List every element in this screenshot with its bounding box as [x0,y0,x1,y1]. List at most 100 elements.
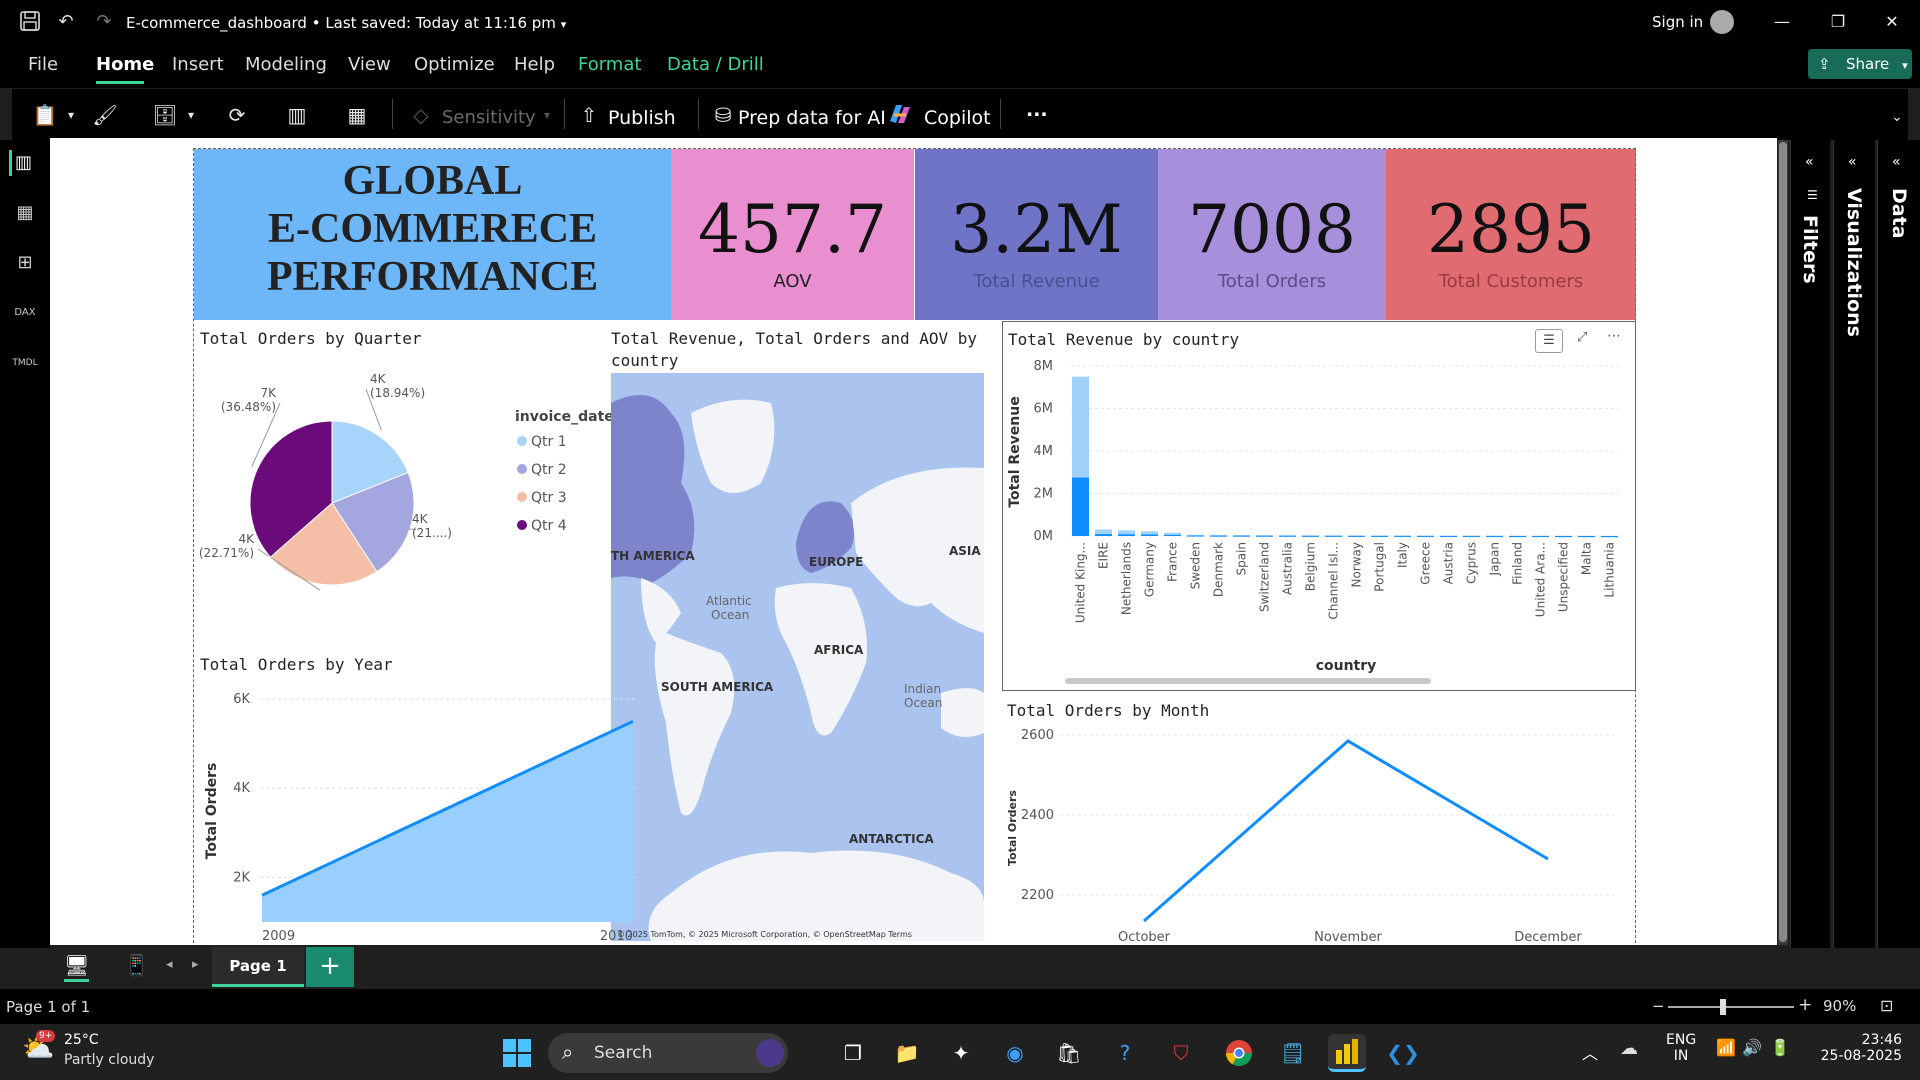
calculator-icon[interactable]: ▦ [342,101,372,129]
kpi-card-total-revenue[interactable]: 3.2M Total Revenue [915,149,1158,320]
menu-optimize[interactable]: Optimize [414,54,495,75]
desktop-layout-icon[interactable]: 🖥 [64,953,90,982]
pie-chart-visual[interactable]: Total Orders by Quarter 4K (18.94%) 4K (21.… [200,321,640,641]
more-options-icon[interactable]: ... [1026,99,1048,121]
weather-desc[interactable]: Partly cloudy [64,1052,154,1068]
help-icon[interactable]: ? [1106,1034,1144,1072]
add-page-button[interactable]: + [306,947,354,987]
report-title-card[interactable]: GLOBAL E-COMMERECE PERFORMANCE [194,149,671,320]
menu-help[interactable]: Help [514,54,555,75]
chrome-icon[interactable] [1220,1034,1258,1072]
vscode-icon[interactable]: ❮❯ [1384,1034,1422,1072]
chevron-down-icon[interactable]: ▾ [176,101,206,129]
fit-to-page-icon[interactable]: ⊡ [1880,996,1893,1015]
copilot-taskbar-icon[interactable]: ✦ [942,1034,980,1072]
share-button[interactable]: ⇪ Share ▾ [1808,49,1912,79]
redo-icon[interactable]: ↷ [92,10,116,34]
kpi-card-aov[interactable]: 457.7 AOV [671,149,914,320]
copilot-icon[interactable] [884,101,914,129]
zoom-slider-thumb[interactable] [1720,999,1726,1015]
line-chart-visual[interactable]: Total Orders by Month 2200 2400 2600 Octobe… [1002,693,1636,948]
table-view-icon[interactable]: ▦ [12,200,38,226]
next-page-icon[interactable]: ▸ [192,957,199,972]
bar-chart-visual[interactable]: Total Revenue by country ☰ ⤢ ⋯ 0M 2M 4M 6M 8… [1002,321,1636,691]
collapse-ribbon-icon[interactable]: ⌄ [1882,103,1912,131]
zoom-in-icon[interactable]: + [1798,995,1812,1015]
new-visual-icon[interactable]: ▥ [282,101,312,129]
volume-icon[interactable]: 🔊 [1742,1038,1762,1057]
chevron-up-icon[interactable]: ︿ [1582,1040,1598,1064]
battery-icon[interactable]: 🔋 [1770,1038,1790,1057]
collapse-visualizations-icon[interactable]: « [1848,154,1857,170]
page-tab-page-1[interactable]: Page 1 [212,947,304,987]
zoom-level[interactable]: 90% [1823,997,1856,1015]
zoom-out-icon[interactable]: − [1652,997,1665,1015]
model-view-icon[interactable]: ⊞ [12,250,38,276]
mcafee-icon[interactable]: ⛉ [1162,1034,1200,1072]
filters-pane-label[interactable]: Filters [1799,215,1821,284]
sign-in-link[interactable]: Sign in [1652,13,1703,31]
vertical-scrollbar[interactable] [1778,140,1788,945]
zoom-slider[interactable] [1668,1006,1794,1008]
tmdl-view-icon[interactable]: TMDL [12,350,38,376]
store-icon[interactable]: 🛍 [1050,1034,1088,1072]
file-explorer-icon[interactable]: 📁 [888,1034,926,1072]
copilot-button[interactable]: Copilot [924,107,991,129]
focus-mode-icon[interactable]: ⤢ [1577,330,1587,345]
chevron-down-icon[interactable]: ▾ [56,101,86,129]
refresh-icon[interactable]: ⟳ [222,101,252,129]
undo-icon[interactable]: ↶ [54,10,78,34]
weather-temp[interactable]: 25°C [64,1032,99,1048]
menu-view[interactable]: View [348,54,391,75]
collapse-data-icon[interactable]: « [1892,154,1901,170]
clock-time: 23:46 [1861,1032,1902,1048]
window-title[interactable]: E-commerce_dashboard • Last saved: Today… [126,14,566,32]
search-highlight-icon [756,1039,784,1067]
area-fill [262,721,633,922]
report-view-icon[interactable]: ▥ [9,150,35,176]
publish-icon[interactable]: ⇧ [574,101,604,129]
menu-home[interactable]: Home [96,54,154,75]
menu-format[interactable]: Format [578,54,641,75]
minimize-icon[interactable]: — [1762,8,1802,36]
close-icon[interactable]: ✕ [1872,8,1912,36]
filter-icon[interactable]: ☰ [1535,329,1563,353]
onedrive-icon[interactable]: ☁ [1620,1038,1638,1059]
menu-insert[interactable]: Insert [172,54,224,75]
windows-start-icon[interactable] [498,1034,536,1072]
data-pane[interactable]: « Data [1877,140,1920,948]
menu-data-drill[interactable]: Data / Drill [667,54,764,75]
dax-query-icon[interactable]: DAX [12,300,38,326]
visualizations-pane[interactable]: « Visualizations [1833,140,1875,948]
prep-data-button[interactable]: Prep data for AI [738,107,886,129]
task-view-icon[interactable]: ❐ [834,1034,872,1072]
publish-button[interactable]: Publish [608,107,676,129]
taskbar-search-box[interactable]: ⌕ Search [548,1033,788,1073]
map-visual[interactable]: Total Revenue, Total Orders and AOV by c… [610,321,1000,941]
menu-modeling[interactable]: Modeling [245,54,327,75]
previous-page-icon[interactable]: ◂ [166,957,173,972]
collapse-filters-icon[interactable]: « [1805,154,1814,170]
map-label-antarctica: ANTARCTICA [849,832,934,846]
kpi-card-total-orders[interactable]: 7008 Total Orders [1158,149,1386,320]
edge-icon[interactable]: ◉ [996,1034,1034,1072]
more-options-icon[interactable]: ⋯ [1607,328,1621,344]
mobile-layout-icon[interactable]: 📱 [124,953,149,977]
format-painter-icon[interactable]: 🖌 [90,101,120,129]
notepad-icon[interactable]: 🗒 [1274,1034,1312,1072]
restore-icon[interactable]: ❐ [1818,8,1858,36]
scrollbar-thumb[interactable] [1779,142,1787,942]
menu-file[interactable]: File [28,54,58,75]
data-pane-label[interactable]: Data [1888,188,1910,239]
prep-data-icon[interactable]: ⛁ [708,101,738,129]
clock[interactable]: 23:46 25-08-2025 [1818,1032,1902,1064]
avatar[interactable] [1710,10,1734,34]
wifi-icon[interactable]: 📶 [1716,1038,1736,1057]
visualizations-pane-label[interactable]: Visualizations [1843,188,1865,337]
kpi-card-total-customers[interactable]: 2895 Total Customers [1386,149,1636,320]
area-chart-visual[interactable]: Total Orders by Year 2K 4K 6K 2009 2010 Total… [200,643,660,948]
language-indicator[interactable]: ENG IN [1666,1032,1696,1064]
save-icon[interactable] [18,10,42,34]
filters-pane[interactable]: « ☰ Filters [1790,140,1830,948]
power-bi-icon[interactable] [1328,1034,1366,1072]
